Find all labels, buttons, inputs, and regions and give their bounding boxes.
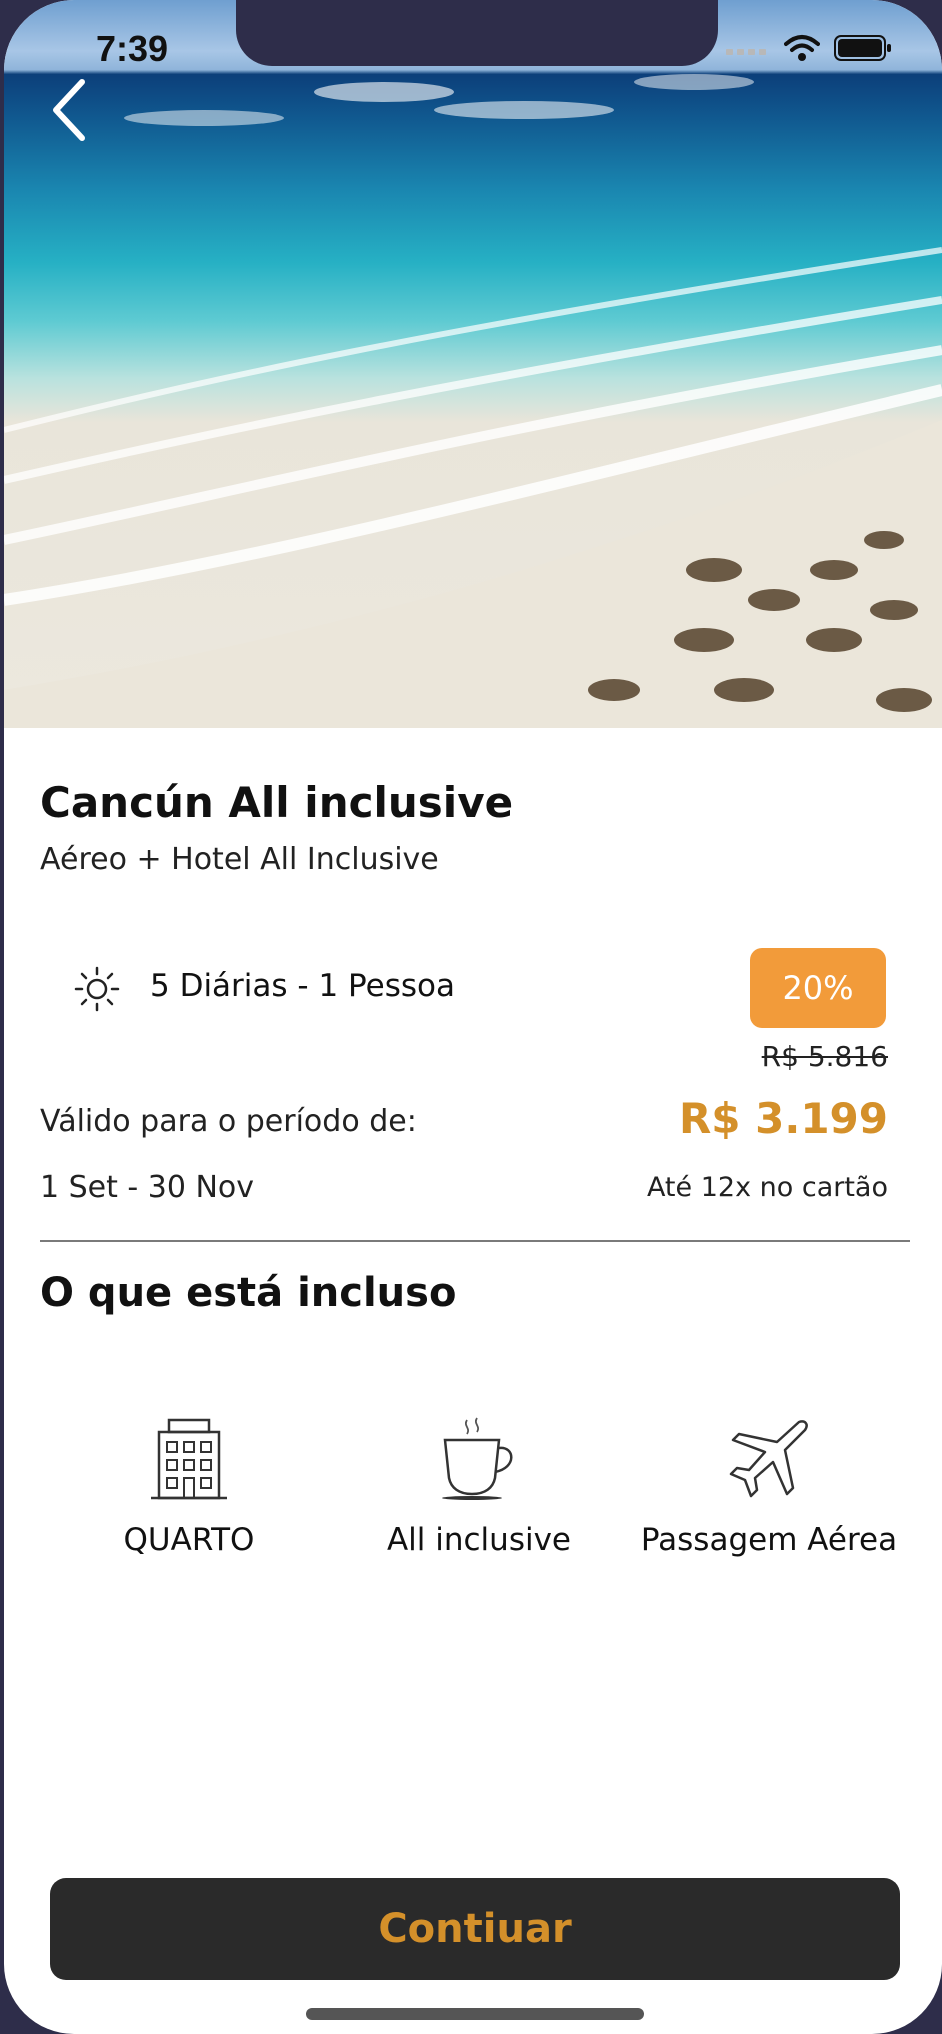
included-item-label: Passagem Aérea xyxy=(640,1522,898,1558)
sun-icon xyxy=(74,966,120,1012)
included-item-label: All inclusive xyxy=(386,1522,572,1558)
package-subtitle: Aéreo + Hotel All Inclusive xyxy=(40,842,439,877)
included-item-room: QUARTO xyxy=(44,1410,334,1558)
coffee-cup-icon xyxy=(442,1417,513,1500)
nights-persons-label: 5 Diárias - 1 Pessoa xyxy=(150,968,455,1004)
device-notch xyxy=(236,0,718,66)
back-button[interactable] xyxy=(42,72,106,148)
status-time: 7:39 xyxy=(96,28,169,69)
package-title: Cancún All inclusive xyxy=(40,778,514,827)
signal-icon xyxy=(726,49,766,55)
home-indicator[interactable] xyxy=(306,2008,644,2020)
wifi-icon xyxy=(784,35,820,61)
beach-photo xyxy=(4,0,942,728)
included-item-label: QUARTO xyxy=(123,1522,255,1558)
airplane-icon xyxy=(729,1420,808,1498)
battery-icon xyxy=(834,35,891,61)
old-price: R$ 5.816 xyxy=(761,1040,888,1073)
discount-badge: 20% xyxy=(750,948,886,1028)
valid-dates: 1 Set - 30 Nov xyxy=(40,1170,255,1205)
hotel-building-icon xyxy=(151,1418,227,1500)
continue-button[interactable]: Contiuar xyxy=(50,1878,900,1980)
included-section-title: O que está incluso xyxy=(40,1270,457,1316)
divider xyxy=(40,1240,910,1242)
included-item-all-inclusive: All inclusive xyxy=(334,1410,624,1558)
current-price: R$ 3.199 xyxy=(678,1094,888,1143)
installments-info: Até 12x no cartão xyxy=(646,1172,888,1203)
chevron-left-icon xyxy=(53,79,85,141)
valid-period-label: Válido para o período de: xyxy=(40,1104,417,1139)
status-icons xyxy=(726,34,892,62)
included-item-flight: Passagem Aérea xyxy=(624,1410,914,1558)
screen: 7:39 Cancún All inclusive Aéreo + Hotel … xyxy=(4,0,942,2034)
